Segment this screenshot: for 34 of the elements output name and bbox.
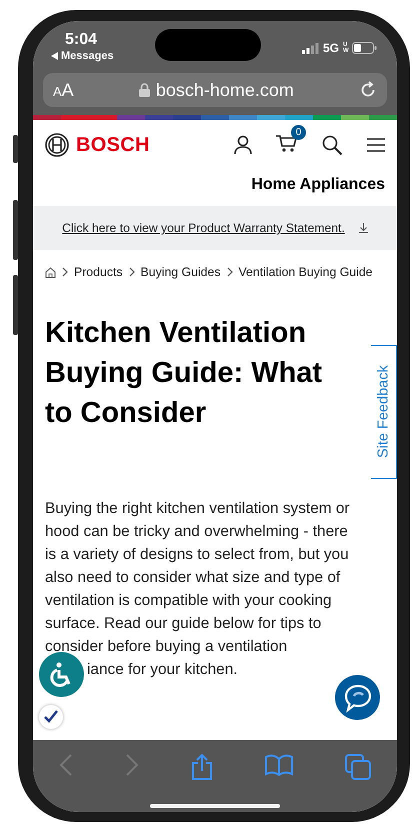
menu-icon[interactable] <box>367 138 385 152</box>
cart-count-badge: 0 <box>291 124 306 140</box>
verified-badge[interactable] <box>39 705 63 729</box>
speech-bubble-icon <box>342 682 372 712</box>
brand-logo-icon[interactable] <box>45 133 69 157</box>
home-icon[interactable] <box>45 266 56 278</box>
back-triangle-icon <box>51 52 58 60</box>
checkmark-icon <box>43 710 59 724</box>
search-icon[interactable] <box>322 134 343 156</box>
battery-icon <box>352 42 377 54</box>
signal-icon <box>302 42 319 54</box>
section-title: Home Appliances <box>250 176 385 194</box>
chevron-icon <box>62 267 68 277</box>
status-time: 5:04 <box>65 31 98 49</box>
site-feedback-tab[interactable]: Site Feedback <box>371 345 397 479</box>
reload-icon[interactable] <box>359 81 377 99</box>
url-field[interactable]: bosch-home.com <box>156 80 294 100</box>
text-size-button[interactable]: AA <box>53 80 74 100</box>
chat-button[interactable] <box>335 675 380 720</box>
cart-icon[interactable] <box>276 132 298 152</box>
back-to-app-link[interactable]: Messages <box>61 50 114 62</box>
intro-paragraph-end: iance for your kitchen. <box>87 660 239 680</box>
lock-icon <box>138 83 150 97</box>
network-label: 5G <box>322 41 339 55</box>
account-icon[interactable] <box>234 135 252 155</box>
breadcrumb-link[interactable]: Buying Guides <box>140 265 221 279</box>
accessibility-button[interactable] <box>39 652 84 697</box>
page-title: Kitchen Ventilation Buying Guide: What to Consider <box>45 316 324 431</box>
brand-name[interactable]: BOSCH <box>76 134 150 156</box>
chevron-icon <box>128 267 135 277</box>
chevron-icon <box>226 267 233 277</box>
breadcrumb-link[interactable]: Ventilation Buying Guide <box>238 265 373 279</box>
download-icon[interactable] <box>358 223 368 233</box>
breadcrumb-link[interactable]: Products <box>74 265 123 279</box>
